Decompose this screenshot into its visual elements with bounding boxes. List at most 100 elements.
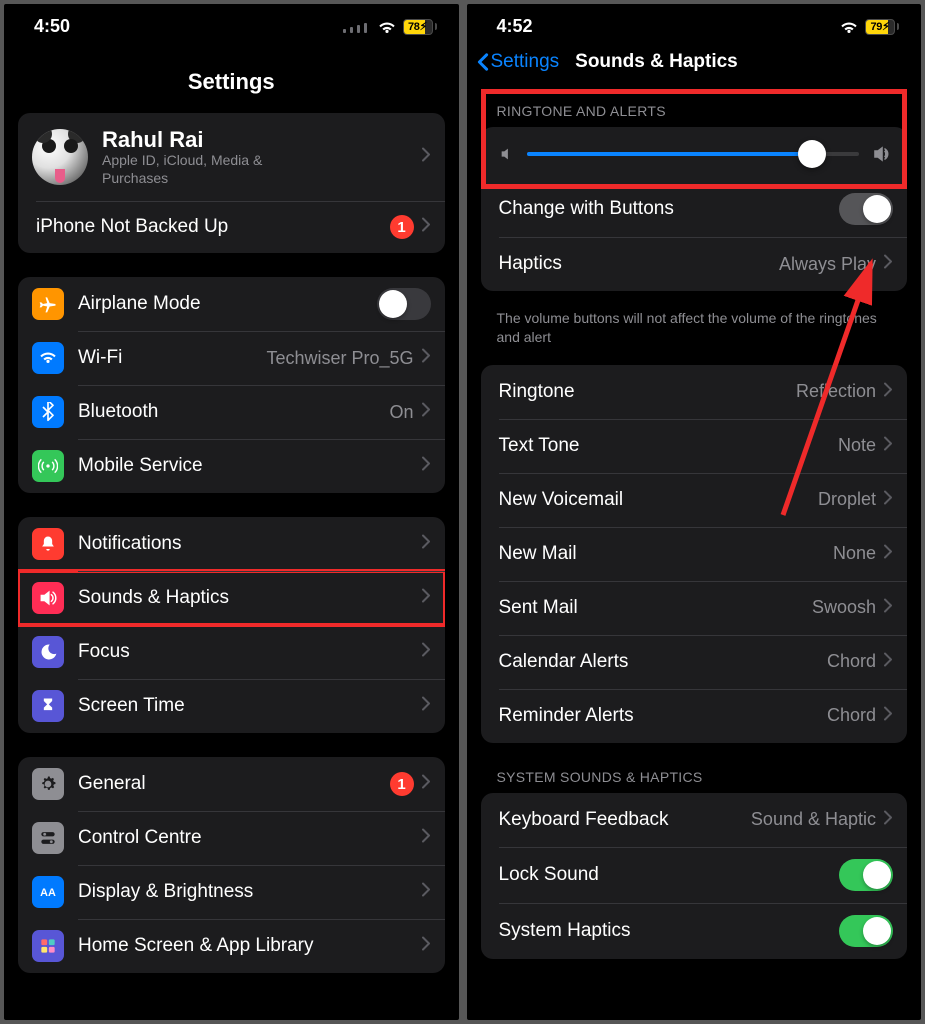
toggles-icon xyxy=(32,822,64,854)
chevron-icon xyxy=(422,402,431,422)
new-mail-row[interactable]: New Mail None xyxy=(481,527,908,581)
airplane-label: Airplane Mode xyxy=(78,293,369,315)
chevron-icon xyxy=(884,706,893,726)
chevron-icon xyxy=(422,828,431,848)
display-label: Display & Brightness xyxy=(78,881,414,903)
haptics-value: Always Play xyxy=(779,254,876,275)
haptics-row[interactable]: Haptics Always Play xyxy=(481,237,908,291)
display-row[interactable]: AA Display & Brightness xyxy=(18,865,445,919)
volume-slider[interactable] xyxy=(527,152,860,156)
airplane-mode-row[interactable]: Airplane Mode xyxy=(18,277,445,331)
backup-row[interactable]: iPhone Not Backed Up 1 xyxy=(18,201,445,253)
haptics-label: Haptics xyxy=(499,253,771,275)
rem-label: Reminder Alerts xyxy=(499,705,819,727)
kbd-label: Keyboard Feedback xyxy=(499,809,743,831)
focus-label: Focus xyxy=(78,641,414,663)
kbd-value: Sound & Haptic xyxy=(751,809,876,830)
chevron-icon xyxy=(422,217,431,237)
wifi-icon xyxy=(839,20,859,34)
sounds-haptics-screen: 4:52 79⚡︎ Settings Sounds & Haptics Ring… xyxy=(467,4,922,1020)
screen-time-row[interactable]: Screen Time xyxy=(18,679,445,733)
back-button[interactable]: Settings xyxy=(477,51,560,73)
bluetooth-icon xyxy=(32,396,64,428)
nav-title: Sounds & Haptics xyxy=(575,51,738,73)
chevron-icon xyxy=(422,696,431,716)
ringtone-header: Ringtone and Alerts xyxy=(467,85,922,127)
ringtone-label: Ringtone xyxy=(499,381,788,403)
change-with-buttons-row[interactable]: Change with Buttons xyxy=(481,181,908,237)
moon-icon xyxy=(32,636,64,668)
airplane-switch[interactable] xyxy=(377,288,431,320)
focus-row[interactable]: Focus xyxy=(18,625,445,679)
chevron-icon xyxy=(884,436,893,456)
reminder-row[interactable]: Reminder Alerts Chord xyxy=(481,689,908,743)
battery-icon: 79⚡︎ xyxy=(865,19,899,35)
lock-label: Lock Sound xyxy=(499,864,832,886)
mail-label: New Mail xyxy=(499,543,825,565)
cellular-icon xyxy=(343,21,367,33)
system-haptics-switch[interactable] xyxy=(839,915,893,947)
general-row[interactable]: General 1 xyxy=(18,757,445,811)
chevron-icon xyxy=(422,456,431,476)
sent-label: Sent Mail xyxy=(499,597,804,619)
syshapt-label: System Haptics xyxy=(499,920,832,942)
bluetooth-label: Bluetooth xyxy=(78,401,381,423)
calendar-row[interactable]: Calendar Alerts Chord xyxy=(481,635,908,689)
lock-sound-row[interactable]: Lock Sound xyxy=(481,847,908,903)
chevron-icon xyxy=(422,147,431,167)
chevron-icon xyxy=(884,810,893,830)
avatar xyxy=(32,129,88,185)
ringtone-value: Reflection xyxy=(796,381,876,402)
change-buttons-label: Change with Buttons xyxy=(499,198,832,220)
change-buttons-switch[interactable] xyxy=(839,193,893,225)
vm-value: Droplet xyxy=(818,489,876,510)
texttone-value: Note xyxy=(838,435,876,456)
vm-label: New Voicemail xyxy=(499,489,810,511)
badge: 1 xyxy=(390,215,414,239)
footer-text: The volume buttons will not affect the v… xyxy=(467,301,922,347)
chevron-icon xyxy=(422,882,431,902)
chevron-icon xyxy=(884,544,893,564)
chevron-icon xyxy=(422,936,431,956)
mail-value: None xyxy=(833,543,876,564)
home-label: Home Screen & App Library xyxy=(78,935,414,957)
speaker-icon xyxy=(32,582,64,614)
grid-icon xyxy=(32,930,64,962)
mobile-service-row[interactable]: Mobile Service xyxy=(18,439,445,493)
sent-value: Swoosh xyxy=(812,597,876,618)
volume-slider-row xyxy=(481,127,908,181)
home-screen-row[interactable]: Home Screen & App Library xyxy=(18,919,445,973)
airplane-icon xyxy=(32,288,64,320)
antenna-icon xyxy=(32,450,64,482)
chevron-icon xyxy=(884,598,893,618)
chevron-icon xyxy=(884,490,893,510)
gear-icon xyxy=(32,768,64,800)
lock-sound-switch[interactable] xyxy=(839,859,893,891)
wifi-label: Wi-Fi xyxy=(78,347,258,369)
sounds-haptics-row[interactable]: Sounds & Haptics xyxy=(18,571,445,625)
back-label: Settings xyxy=(491,51,560,73)
system-haptics-row[interactable]: System Haptics xyxy=(481,903,908,959)
cal-value: Chord xyxy=(827,651,876,672)
notifications-row[interactable]: Notifications xyxy=(18,517,445,571)
backup-label: iPhone Not Backed Up xyxy=(36,216,382,238)
status-bar: 4:52 79⚡︎ xyxy=(467,4,922,43)
nav-bar: Settings Sounds & Haptics xyxy=(467,43,922,85)
wifi-row[interactable]: Wi-Fi Techwiser Pro_5G xyxy=(18,331,445,385)
voicemail-row[interactable]: New Voicemail Droplet xyxy=(481,473,908,527)
text-tone-row[interactable]: Text Tone Note xyxy=(481,419,908,473)
chevron-icon xyxy=(422,774,431,794)
profile-name: Rahul Rai xyxy=(102,127,414,152)
keyboard-feedback-row[interactable]: Keyboard Feedback Sound & Haptic xyxy=(481,793,908,847)
back-chevron-icon xyxy=(477,53,489,71)
control-centre-row[interactable]: Control Centre xyxy=(18,811,445,865)
ringtone-row[interactable]: Ringtone Reflection xyxy=(481,365,908,419)
settings-screen: 4:50 78⚡︎ Settings Rahul Rai Apple ID, i… xyxy=(4,4,459,1020)
apple-id-row[interactable]: Rahul Rai Apple ID, iCloud, Media & Purc… xyxy=(18,113,445,201)
bluetooth-row[interactable]: Bluetooth On xyxy=(18,385,445,439)
sent-mail-row[interactable]: Sent Mail Swoosh xyxy=(481,581,908,635)
chevron-icon xyxy=(884,254,893,274)
wifi-value: Techwiser Pro_5G xyxy=(266,348,413,369)
rem-value: Chord xyxy=(827,705,876,726)
status-time: 4:52 xyxy=(497,16,533,37)
